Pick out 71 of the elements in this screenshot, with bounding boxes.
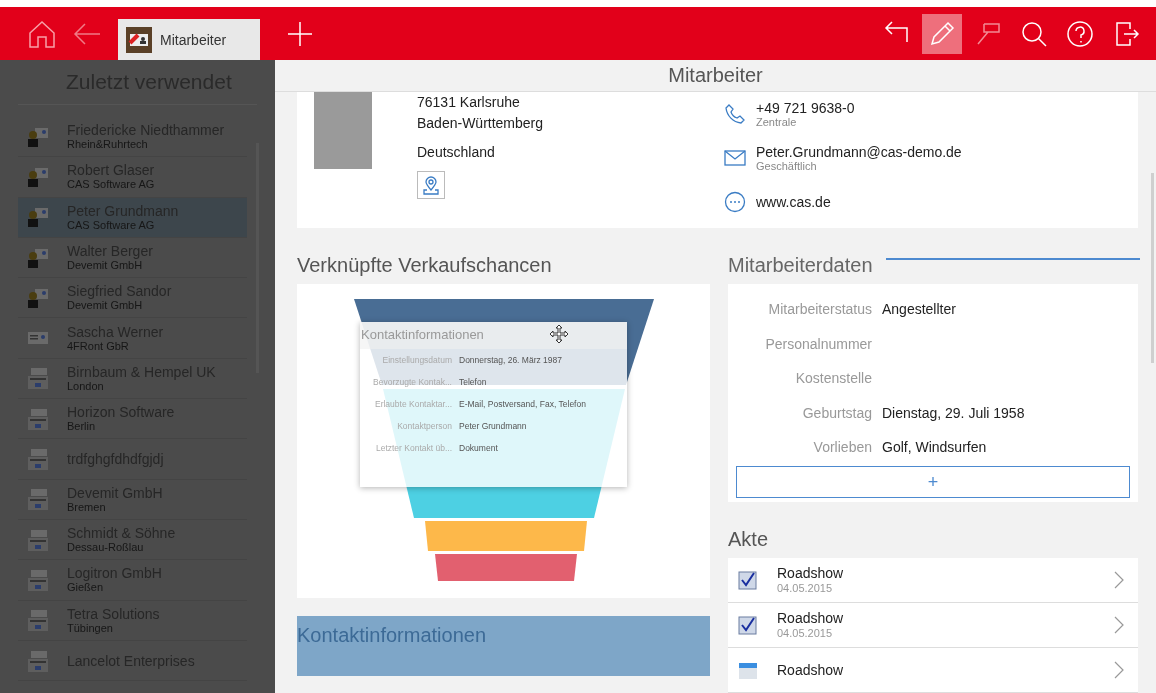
- field-label: Einstellungsdatum: [381, 355, 452, 365]
- person-card-icon: [26, 126, 50, 147]
- calendar-icon: [738, 660, 758, 680]
- file-date: 04.05.2015: [777, 581, 834, 595]
- home-icon[interactable]: [27, 18, 57, 49]
- person-card-icon: [26, 247, 50, 268]
- field-label: Mitarbeiterstatus: [767, 301, 872, 318]
- file-title: Roadshow: [777, 662, 845, 678]
- field-value: E-Mail, Postversand, Fax, Telefon: [459, 399, 586, 409]
- building-icon: [26, 649, 50, 672]
- contact-type: Zentrale: [756, 115, 798, 129]
- section-title: Verknüpfte Verkaufschancen: [297, 252, 553, 278]
- pencil-icon[interactable]: [922, 13, 962, 54]
- field-label: Letzter Kontakt üb...: [374, 443, 452, 453]
- address-line: Baden-Württemberg: [417, 114, 545, 133]
- building-icon: [26, 367, 50, 390]
- add-button[interactable]: +: [736, 465, 1130, 498]
- field-label: Bevorzugte Kontak...: [372, 377, 452, 387]
- chevron-right-icon: [1114, 571, 1124, 589]
- phone-icon: [724, 103, 746, 125]
- field-label: Erlaubte Kontaktar...: [373, 399, 452, 409]
- contact-value[interactable]: Peter.Grundmann@cas-demo.de: [756, 143, 962, 160]
- drag-preview-title: Kontaktinformationen: [360, 322, 627, 349]
- chevron-right-icon: [1114, 661, 1124, 679]
- section-title: Akte: [728, 526, 770, 552]
- contact-value[interactable]: www.cas.de: [756, 194, 831, 210]
- building-icon: [26, 568, 50, 591]
- field-label: Personalnummer: [764, 335, 872, 352]
- contact-type: Geschäftlich: [756, 159, 818, 173]
- field-value: Dokument: [459, 443, 498, 453]
- drag-preview-card[interactable]: [360, 322, 627, 487]
- section-header[interactable]: Kontaktinformationen: [297, 616, 710, 676]
- field-value: Donnerstag, 26. März 1987: [459, 355, 562, 365]
- person-card-icon: [26, 287, 50, 308]
- contact-card-icon: [26, 332, 50, 345]
- field-value: Angestellter: [882, 301, 956, 318]
- field-label: Vorlieben: [812, 439, 872, 456]
- checkbox-task-icon: [738, 570, 758, 590]
- field-value: Dienstag, 29. Juli 1958: [882, 404, 1025, 421]
- tab[interactable]: Mitarbeiter: [118, 19, 260, 60]
- checkbox-task-icon: [738, 615, 758, 635]
- file-list-item[interactable]: Roadshow: [728, 648, 1138, 693]
- person-card-icon: [26, 166, 50, 187]
- building-icon: [26, 488, 50, 511]
- field-value: Golf, Windsurfen: [882, 439, 987, 456]
- file-list-item[interactable]: Roadshow 04.05.2015: [728, 603, 1138, 648]
- globe-icon: [724, 191, 746, 213]
- address-line: 76131 Karlsruhe: [417, 93, 521, 112]
- file-title: Roadshow: [777, 610, 845, 626]
- contact-value[interactable]: +49 721 9638-0: [756, 99, 855, 116]
- building-icon: [26, 407, 50, 430]
- field-label: Geburtstag: [801, 404, 872, 421]
- map-pin-button[interactable]: [417, 171, 445, 199]
- building-icon: [26, 448, 50, 470]
- envelope-icon: [724, 150, 746, 166]
- file-title: Roadshow: [777, 565, 845, 581]
- field-label: Kontaktperson: [396, 421, 452, 431]
- field-value: Peter Grundmann: [459, 421, 527, 431]
- building-icon: [26, 609, 50, 632]
- person-card-icon: [26, 207, 50, 228]
- field-label: Kostenstelle: [794, 370, 872, 387]
- file-list-item[interactable]: Roadshow 04.05.2015: [728, 558, 1138, 603]
- building-icon: [26, 528, 50, 551]
- file-date: 04.05.2015: [777, 626, 834, 640]
- address-line: Deutschland: [417, 143, 496, 162]
- contact-card-icon: [126, 26, 152, 53]
- section-title: Mitarbeiterdaten: [728, 252, 873, 278]
- move-cursor-icon: [549, 324, 569, 344]
- field-value: Telefon: [459, 377, 487, 387]
- chevron-right-icon: [1114, 616, 1124, 634]
- scrollbar[interactable]: [1151, 173, 1154, 363]
